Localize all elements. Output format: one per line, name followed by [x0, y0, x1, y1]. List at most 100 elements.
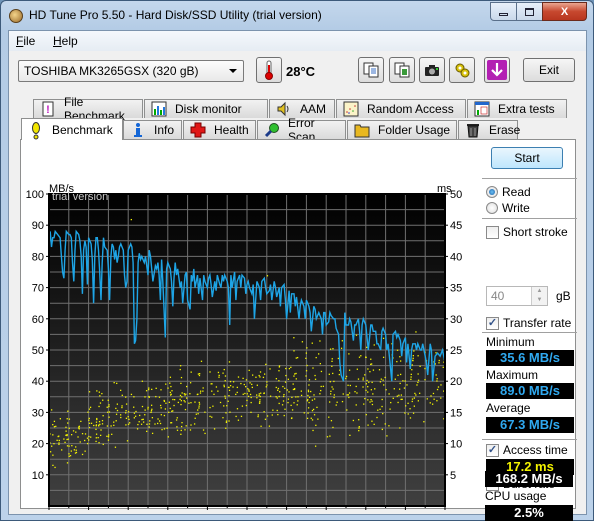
access-time-point [260, 392, 262, 394]
access-time-point [101, 423, 104, 425]
access-time-point [141, 418, 143, 421]
transfer-rate-chart: 100 90 80 70 60 50 40 30 20 10 50 45 40 35 30 25 20 15 10 5… [26, 183, 462, 510]
short-stroke-checkbox[interactable]: Short stroke [486, 225, 568, 239]
access-time-point [251, 374, 254, 376]
close-button[interactable]: X [542, 2, 587, 21]
access-time-point [384, 376, 386, 379]
access-time-point [415, 331, 417, 333]
minimize-button[interactable] [490, 2, 517, 21]
access-time-point [225, 421, 228, 424]
access-time-point [130, 393, 133, 396]
access-time-point [278, 370, 280, 372]
y-tick-label: 100 [26, 189, 44, 201]
access-time-point [411, 400, 413, 403]
access-time-point [382, 356, 385, 358]
access-time-point [237, 376, 240, 378]
tab-error-scan[interactable]: Error Scan [257, 116, 346, 144]
options-button[interactable] [449, 57, 475, 83]
copy-screenshot-button[interactable] [389, 57, 415, 83]
access-time-point [222, 372, 224, 374]
temperature-button[interactable] [256, 57, 282, 83]
access-time-point [388, 393, 390, 395]
access-time-point [411, 398, 414, 400]
access-time-point [69, 455, 72, 457]
access-time-checkbox[interactable]: ✓ Access time [486, 443, 568, 457]
access-time-point [86, 442, 89, 445]
write-radio[interactable]: Write [486, 201, 530, 215]
access-time-point [290, 417, 293, 420]
exit-button[interactable]: Exit [523, 58, 575, 82]
y-tick-label: 70 [32, 283, 44, 295]
access-time-point [291, 409, 294, 411]
screenshot-button[interactable] [419, 57, 445, 83]
access-time-point [127, 423, 130, 425]
access-time-point [333, 394, 335, 396]
short-stroke-size-input[interactable]: 40 ▲ ▼ [486, 286, 548, 306]
access-time-point [365, 414, 367, 416]
access-time-point [155, 387, 157, 389]
radio-write-indicator [486, 202, 498, 214]
title-bar[interactable]: HD Tune Pro 5.50 - Hard Disk/SSD Utility… [1, 1, 593, 31]
tab-folder-usage[interactable]: Folder Usage [347, 120, 457, 139]
tab-info[interactable]: Info [123, 120, 182, 139]
menu-help[interactable]: Help [53, 34, 78, 48]
drive-select[interactable]: TOSHIBA MK3265GSX (320 gB) [18, 60, 244, 82]
save-button[interactable] [484, 57, 510, 83]
access-time-point [136, 428, 139, 430]
transfer-rate-checkbox[interactable]: ✓ Transfer rate [486, 316, 571, 330]
average-label: Average [486, 401, 531, 415]
access-time-point [393, 388, 395, 390]
access-time-point [95, 440, 97, 443]
access-time-point [180, 433, 182, 435]
access-time-point [184, 408, 187, 411]
access-time-point [358, 419, 360, 421]
access-time-point [305, 352, 308, 354]
access-time-point [108, 434, 110, 436]
access-time-point [414, 392, 416, 395]
maximize-button[interactable] [516, 2, 543, 21]
access-time-point [365, 389, 367, 391]
access-time-point [362, 377, 364, 379]
tab-file-benchmark[interactable]: ! File Benchmark [33, 95, 143, 123]
spin-buttons[interactable]: ▲ ▼ [531, 287, 547, 305]
access-time-point [99, 395, 101, 397]
tab-disk-monitor[interactable]: Disk monitor [144, 99, 268, 118]
access-time-point [141, 380, 144, 382]
access-time-point [127, 416, 129, 418]
menu-file[interactable]: File [16, 34, 35, 48]
tab-health[interactable]: Health [183, 120, 256, 139]
access-time-point [98, 424, 100, 426]
access-time-point [53, 443, 55, 445]
spin-down-icon[interactable]: ▼ [532, 296, 547, 305]
tab-random-access[interactable]: Random Access [336, 99, 466, 118]
tab-extra-tests[interactable]: Extra tests [467, 99, 567, 118]
access-time-point [163, 428, 166, 430]
access-time-point [242, 377, 244, 380]
access-time-point [307, 398, 309, 401]
access-time-point [310, 390, 312, 393]
y2-tick-label: 50 [450, 189, 462, 201]
minimum-label: Minimum [486, 335, 535, 349]
access-time-point [367, 424, 369, 426]
spin-up-icon[interactable]: ▲ [532, 287, 547, 296]
read-radio[interactable]: Read [486, 185, 531, 199]
copy-text-button[interactable] [358, 57, 384, 83]
exclamation-icon [28, 121, 44, 139]
transfer-rate-label: Transfer rate [503, 316, 572, 330]
tab-benchmark[interactable]: Benchmark [21, 118, 123, 140]
access-time-point [292, 383, 294, 385]
access-time-point [138, 421, 140, 423]
access-time-point [371, 381, 373, 384]
access-time-point [223, 368, 225, 371]
access-time-point [311, 409, 314, 412]
checkmark-icon: ✓ [486, 443, 499, 457]
access-time-point [367, 386, 369, 388]
access-time-point [356, 392, 358, 394]
access-time-point [412, 359, 414, 362]
access-time-point [179, 365, 182, 367]
access-time-point [188, 402, 190, 404]
access-time-point [313, 394, 315, 396]
start-button[interactable]: Start [491, 147, 563, 169]
tab-erase[interactable]: Erase [458, 120, 520, 139]
access-time-point [405, 405, 407, 407]
